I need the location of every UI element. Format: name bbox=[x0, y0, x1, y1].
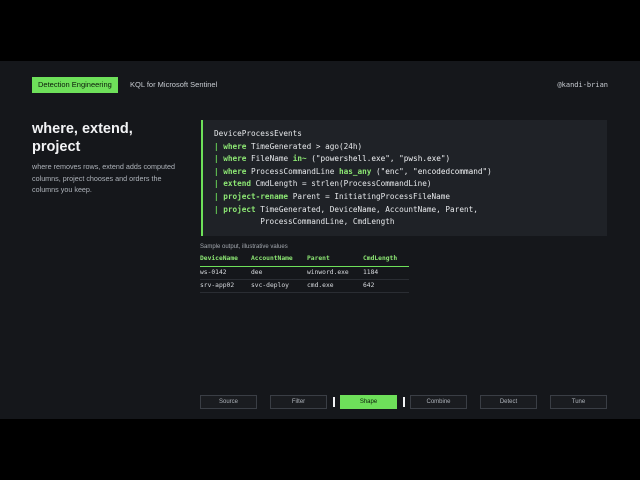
author-handle: @kandi-brian bbox=[557, 81, 608, 89]
pipe-symbol: | bbox=[214, 166, 224, 176]
code-operator: has_any bbox=[339, 166, 372, 176]
page-title: where, extend, project bbox=[32, 121, 133, 155]
code-keyword: where bbox=[223, 141, 247, 151]
stage-filter[interactable]: Filter bbox=[270, 395, 327, 409]
slide: Detection Engineering KQL for Microsoft … bbox=[0, 61, 640, 419]
table-row: srv-app02 svc-deploy cmd.exe 642 bbox=[200, 279, 409, 293]
code-text: TimeGenerated > ago(24h) bbox=[246, 141, 363, 151]
code-line: | where FileName in~ ("powershell.exe", … bbox=[214, 153, 607, 166]
pipe-symbol: | bbox=[214, 191, 224, 201]
code-text: TimeGenerated, DeviceName, AccountName, … bbox=[255, 204, 478, 214]
code-keyword: project bbox=[223, 204, 256, 214]
table-row: ws-0142 dee winword.exe 1184 bbox=[200, 266, 409, 280]
table-cell: cmd.exe bbox=[307, 279, 363, 293]
code-text: FileName bbox=[246, 154, 293, 164]
code-operator: in~ bbox=[292, 154, 307, 164]
table-cell: ws-0142 bbox=[200, 266, 251, 280]
code-keyword: project-rename bbox=[223, 191, 289, 201]
code-text: CmdLength = strlen(ProcessCommandLine) bbox=[251, 179, 432, 189]
stage-navigation: Source Filter Shape Combine Detect Tune bbox=[200, 395, 610, 409]
column-header: Parent bbox=[307, 254, 363, 267]
column-header: AccountName bbox=[251, 254, 307, 267]
code-text: ProcessCommandLine bbox=[246, 166, 339, 176]
table-cell: svc-deploy bbox=[251, 279, 307, 293]
progress-divider bbox=[403, 397, 405, 407]
code-continuation-line: ProcessCommandLine, CmdLength bbox=[214, 217, 395, 227]
code-keyword: extend bbox=[223, 179, 252, 189]
code-line: | where ProcessCommandLine has_any ("enc… bbox=[214, 166, 607, 179]
code-block: DeviceProcessEvents | where TimeGenerated… bbox=[201, 120, 607, 236]
stage-tune[interactable]: Tune bbox=[550, 395, 607, 409]
pipe-symbol: | bbox=[214, 141, 224, 151]
column-header: CmdLength bbox=[363, 254, 409, 267]
stage-detect[interactable]: Detect bbox=[480, 395, 537, 409]
stage-combine[interactable]: Combine bbox=[410, 395, 467, 409]
table-cell: dee bbox=[251, 266, 307, 280]
code-table-line: DeviceProcessEvents bbox=[214, 129, 302, 138]
table-cell: 1184 bbox=[363, 266, 409, 280]
stage-shape[interactable]: Shape bbox=[340, 395, 397, 409]
table-cell: srv-app02 bbox=[200, 279, 251, 293]
stage-source[interactable]: Source bbox=[200, 395, 257, 409]
code-line: | project TimeGenerated, DeviceName, Acc… bbox=[214, 204, 607, 217]
sample-output-label: Sample output, illustrative values bbox=[200, 244, 288, 250]
progress-divider bbox=[333, 397, 335, 407]
code-keyword: where bbox=[223, 166, 247, 176]
table-header-row: DeviceName AccountName Parent CmdLength bbox=[200, 254, 409, 267]
code-text: Parent = InitiatingProcessFileName bbox=[288, 191, 451, 201]
code-keyword: where bbox=[223, 154, 247, 164]
page-description: where removes rows, extend adds computed… bbox=[32, 162, 176, 194]
category-tag: Detection Engineering bbox=[32, 77, 118, 93]
course-subtitle: KQL for Microsoft Sentinel bbox=[130, 80, 218, 89]
code-text: ("enc", "encodedcommand") bbox=[371, 166, 492, 176]
table-cell: 642 bbox=[363, 279, 409, 293]
column-header: DeviceName bbox=[200, 254, 251, 267]
sample-output-table: DeviceName AccountName Parent CmdLength … bbox=[200, 254, 409, 293]
code-text: ("powershell.exe", "pwsh.exe") bbox=[306, 154, 451, 164]
code-line: | where TimeGenerated > ago(24h) bbox=[214, 141, 607, 154]
code-line: | project-rename Parent = InitiatingProc… bbox=[214, 191, 607, 204]
code-line: | extend CmdLength = strlen(ProcessComma… bbox=[214, 178, 607, 191]
pipe-symbol: | bbox=[214, 179, 224, 189]
pipe-symbol: | bbox=[214, 154, 224, 164]
table-cell: winword.exe bbox=[307, 266, 363, 280]
pipe-symbol: | bbox=[214, 204, 224, 214]
